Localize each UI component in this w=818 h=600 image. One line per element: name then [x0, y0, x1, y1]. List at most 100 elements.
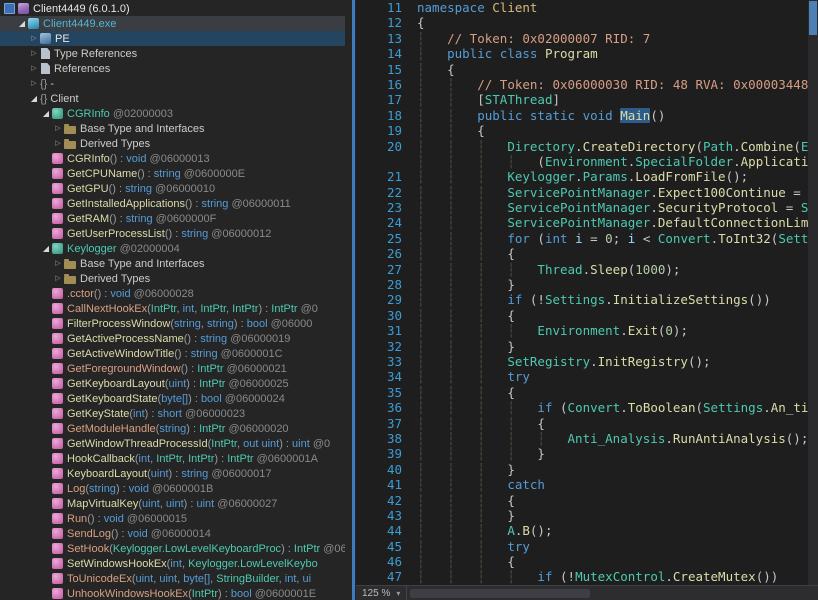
- code-line[interactable]: 31┆ ┆ ┆ ┆ Environment.Exit(0);: [356, 323, 808, 338]
- collapse-arrow-icon[interactable]: ◢: [16, 16, 28, 31]
- vertical-scrollbar-thumb[interactable]: [809, 1, 817, 35]
- code-line[interactable]: 12{: [356, 15, 808, 30]
- code-line[interactable]: 18┆ ┆ public static void Main(): [356, 108, 808, 123]
- tree-item[interactable]: GetInstalledApplications() : string @060…: [0, 196, 345, 211]
- code-lines[interactable]: 11namespace Client12{13┆ // Token: 0x020…: [356, 0, 808, 585]
- code-line[interactable]: 28┆ ┆ ┆ }: [356, 277, 808, 292]
- code-line[interactable]: 25┆ ┆ ┆ for (int i = 0; i < Convert.ToIn…: [356, 231, 808, 246]
- code-line[interactable]: 38┆ ┆ ┆ ┆ ┆ Anti_Analysis.RunAntiAnalysi…: [356, 431, 808, 446]
- code-line[interactable]: 43┆ ┆ ┆ }: [356, 508, 808, 523]
- code-line[interactable]: ┆ ┆ ┆ ┆ (Environment.SpecialFolder.Appli…: [356, 154, 808, 169]
- tree-item[interactable]: MapVirtualKey(uint, uint) : uint @060000…: [0, 496, 345, 511]
- tree-item[interactable]: ▷{} -: [0, 76, 345, 91]
- tree-item[interactable]: SetHook(Keylogger.LowLevelKeyboardProc) …: [0, 541, 345, 556]
- expand-arrow-icon[interactable]: ▷: [52, 121, 64, 136]
- tree-item[interactable]: GetForegroundWindow() : IntPtr @06000021: [0, 361, 345, 376]
- tree-item[interactable]: GetActiveProcessName() : string @0600001…: [0, 331, 345, 346]
- code-line[interactable]: 47┆ ┆ ┆ ┆ if (!MutexControl.CreateMutex(…: [356, 569, 808, 584]
- code-line[interactable]: 15┆ {: [356, 62, 808, 77]
- code-line[interactable]: 11namespace Client: [356, 0, 808, 15]
- code-line[interactable]: 27┆ ┆ ┆ ┆ Thread.Sleep(1000);: [356, 262, 808, 277]
- code-line[interactable]: 41┆ ┆ ┆ catch: [356, 477, 808, 492]
- expand-arrow-icon[interactable]: ▷: [52, 256, 64, 271]
- tree-item[interactable]: GetGPU() : string @06000010: [0, 181, 345, 196]
- tree-item[interactable]: HookCallback(int, IntPtr, IntPtr) : IntP…: [0, 451, 345, 466]
- expand-arrow-icon[interactable]: ▷: [52, 271, 64, 286]
- tree-item[interactable]: FilterProcessWindow(string, string) : bo…: [0, 316, 345, 331]
- tree-item[interactable]: ▷PE: [0, 31, 345, 46]
- code-line[interactable]: 23┆ ┆ ┆ ServicePointManager.SecurityProt…: [356, 200, 808, 215]
- tree-item[interactable]: ▷References: [0, 61, 345, 76]
- zoom-dropdown-icon[interactable]: ▾: [396, 589, 400, 598]
- code-line[interactable]: 14┆ public class Program: [356, 46, 808, 61]
- tree-item[interactable]: ◢CGRInfo @02000003: [0, 106, 345, 121]
- collapse-arrow-icon[interactable]: ◢: [40, 241, 52, 256]
- tree-item[interactable]: GetModuleHandle(string) : IntPtr @060000…: [0, 421, 345, 436]
- code-line[interactable]: 36┆ ┆ ┆ ┆ if (Convert.ToBoolean(Settings…: [356, 400, 808, 415]
- tree-item[interactable]: GetCPUName() : string @0600000E: [0, 166, 345, 181]
- tree-item[interactable]: ▷Base Type and Interfaces: [0, 121, 345, 136]
- code-line[interactable]: 45┆ ┆ ┆ try: [356, 539, 808, 554]
- tree-item[interactable]: Run() : void @06000015: [0, 511, 345, 526]
- code-line[interactable]: 26┆ ┆ ┆ {: [356, 246, 808, 261]
- tree-item[interactable]: CGRInfo() : void @06000013: [0, 151, 345, 166]
- tree-item[interactable]: Client4449 (6.0.1.0): [0, 1, 345, 16]
- code-line[interactable]: 20┆ ┆ ┆ Directory.CreateDirectory(Path.C…: [356, 139, 808, 154]
- code-text: ┆ ┆ ┆ {: [412, 246, 515, 261]
- tree-item[interactable]: GetKeyState(int) : short @06000023: [0, 406, 345, 421]
- code-line[interactable]: 35┆ ┆ ┆ {: [356, 385, 808, 400]
- tree-item[interactable]: ▷Type References: [0, 46, 345, 61]
- horizontal-scrollbar-thumb[interactable]: [410, 589, 590, 598]
- zoom-control[interactable]: 125 % ▾: [356, 586, 407, 600]
- tree-item[interactable]: ▷Derived Types: [0, 136, 345, 151]
- expand-arrow-icon[interactable]: ▷: [52, 136, 64, 151]
- horizontal-scrollbar[interactable]: [407, 586, 818, 600]
- tree-item[interactable]: UnhookWindowsHookEx(IntPtr) : bool @0600…: [0, 586, 345, 600]
- vertical-scrollbar[interactable]: [808, 0, 818, 585]
- expand-arrow-icon[interactable]: ▷: [28, 31, 40, 46]
- code-line[interactable]: 46┆ ┆ ┆ {: [356, 554, 808, 569]
- expand-arrow-icon[interactable]: ▷: [28, 76, 40, 91]
- tree-item[interactable]: GetWindowThreadProcessId(IntPtr, out uin…: [0, 436, 345, 451]
- tree-item[interactable]: ▷Derived Types: [0, 271, 345, 286]
- code-line[interactable]: 33┆ ┆ ┆ SetRegistry.InitRegistry();: [356, 354, 808, 369]
- code-line[interactable]: 40┆ ┆ ┆ }: [356, 462, 808, 477]
- code-line[interactable]: 29┆ ┆ ┆ if (!Settings.InitializeSettings…: [356, 292, 808, 307]
- tree-item[interactable]: KeyboardLayout(uint) : string @06000017: [0, 466, 345, 481]
- code-line[interactable]: 22┆ ┆ ┆ ServicePointManager.Expect100Con…: [356, 185, 808, 200]
- code-line[interactable]: 34┆ ┆ ┆ try: [356, 369, 808, 384]
- tree-item[interactable]: GetKeyboardLayout(uint) : IntPtr @060000…: [0, 376, 345, 391]
- code-line[interactable]: 21┆ ┆ ┆ Keylogger.Params.LoadFromFile();: [356, 169, 808, 184]
- collapse-arrow-icon[interactable]: ◢: [28, 91, 40, 106]
- code-text: ┆ ┆ ┆ ┆ if (Convert.ToBoolean(Settings.A…: [412, 400, 808, 415]
- tree-item[interactable]: Log(string) : void @0600001B: [0, 481, 345, 496]
- code-line[interactable]: 13┆ // Token: 0x02000007 RID: 7: [356, 31, 808, 46]
- expand-arrow-icon[interactable]: ▷: [28, 46, 40, 61]
- tree-item[interactable]: ◢Keylogger @02000004: [0, 241, 345, 256]
- expand-arrow-icon[interactable]: ▷: [28, 61, 40, 76]
- code-line[interactable]: 39┆ ┆ ┆ ┆ }: [356, 446, 808, 461]
- code-line[interactable]: 32┆ ┆ ┆ }: [356, 339, 808, 354]
- collapse-arrow-icon[interactable]: ◢: [40, 106, 52, 121]
- tree-item[interactable]: ◢{} Client: [0, 91, 345, 106]
- tree-item[interactable]: ToUnicodeEx(uint, uint, byte[], StringBu…: [0, 571, 345, 586]
- tree-item[interactable]: GetRAM() : string @0600000F: [0, 211, 345, 226]
- tree-item[interactable]: GetUserProcessList() : string @06000012: [0, 226, 345, 241]
- code-line[interactable]: 37┆ ┆ ┆ ┆ {: [356, 416, 808, 431]
- code-line[interactable]: 42┆ ┆ ┆ {: [356, 493, 808, 508]
- tree-item[interactable]: .cctor() : void @06000028: [0, 286, 345, 301]
- tree-item[interactable]: SendLog() : void @06000014: [0, 526, 345, 541]
- tree-item[interactable]: CallNextHookEx(IntPtr, int, IntPtr, IntP…: [0, 301, 345, 316]
- tree-item[interactable]: GetActiveWindowTitle() : string @0600001…: [0, 346, 345, 361]
- code-line[interactable]: 30┆ ┆ ┆ {: [356, 308, 808, 323]
- tree-item[interactable]: ◢Client4449.exe: [0, 16, 345, 31]
- code-line[interactable]: 16┆ ┆ // Token: 0x06000030 RID: 48 RVA: …: [356, 77, 808, 92]
- code-line[interactable]: 44┆ ┆ ┆ A.B();: [356, 523, 808, 538]
- tree-item[interactable]: GetKeyboardState(byte[]) : bool @0600002…: [0, 391, 345, 406]
- tree-item[interactable]: ▷Base Type and Interfaces: [0, 256, 345, 271]
- code-line[interactable]: 17┆ ┆ [STAThread]: [356, 92, 808, 107]
- panel-splitter[interactable]: [345, 0, 356, 600]
- code-line[interactable]: 19┆ ┆ {: [356, 123, 808, 138]
- code-line[interactable]: 24┆ ┆ ┆ ServicePointManager.DefaultConne…: [356, 215, 808, 230]
- tree-item[interactable]: SetWindowsHookEx(int, Keylogger.LowLevel…: [0, 556, 345, 571]
